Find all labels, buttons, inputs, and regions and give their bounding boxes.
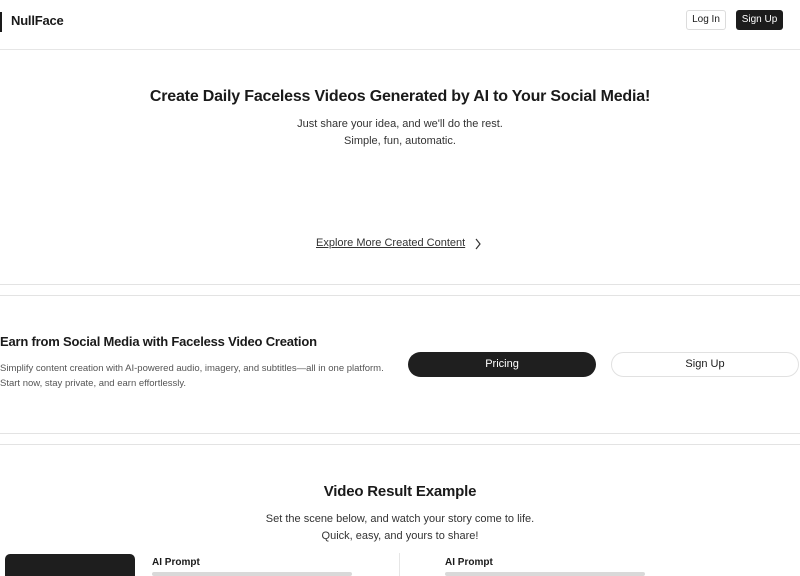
logo-mark (0, 12, 2, 32)
prompt-text-line (445, 572, 645, 576)
video-example-title: Video Result Example (323, 483, 477, 500)
chevron-right-icon[interactable] (474, 238, 482, 250)
video-example-subtitle-line-2: Quick, easy, and yours to share! (321, 530, 479, 542)
earn-section-description: Simplify content creation with AI-powere… (0, 363, 384, 389)
column-divider (399, 553, 400, 576)
logo[interactable]: NullFace (11, 13, 64, 28)
header-signup-button[interactable]: Sign Up (736, 10, 783, 30)
video-example-subtitle-line-1: Set the scene below, and watch your stor… (265, 513, 535, 525)
prompt-text-line (152, 572, 352, 576)
video-player[interactable] (5, 554, 135, 576)
explore-content-link[interactable]: Explore More Created Content (316, 237, 465, 249)
earn-section-title: Earn from Social Media with Faceless Vid… (0, 334, 317, 349)
section-divider (0, 295, 800, 296)
hero-subtitle-line-1: Just share your idea, and we'll do the r… (297, 118, 503, 130)
hero-title: Create Daily Faceless Videos Generated b… (149, 88, 651, 105)
login-button[interactable]: Log In (686, 10, 726, 30)
signup-button[interactable]: Sign Up (611, 352, 799, 377)
ai-prompt-label: AI Prompt (152, 557, 200, 568)
section-divider (0, 444, 800, 445)
ai-prompt-label: AI Prompt (445, 557, 493, 568)
section-divider (0, 284, 800, 285)
pricing-button[interactable]: Pricing (408, 352, 596, 377)
site-header: NullFace Log In Sign Up (0, 0, 800, 50)
hero-subtitle-line-2: Simple, fun, automatic. (344, 135, 456, 147)
section-divider (0, 433, 800, 434)
